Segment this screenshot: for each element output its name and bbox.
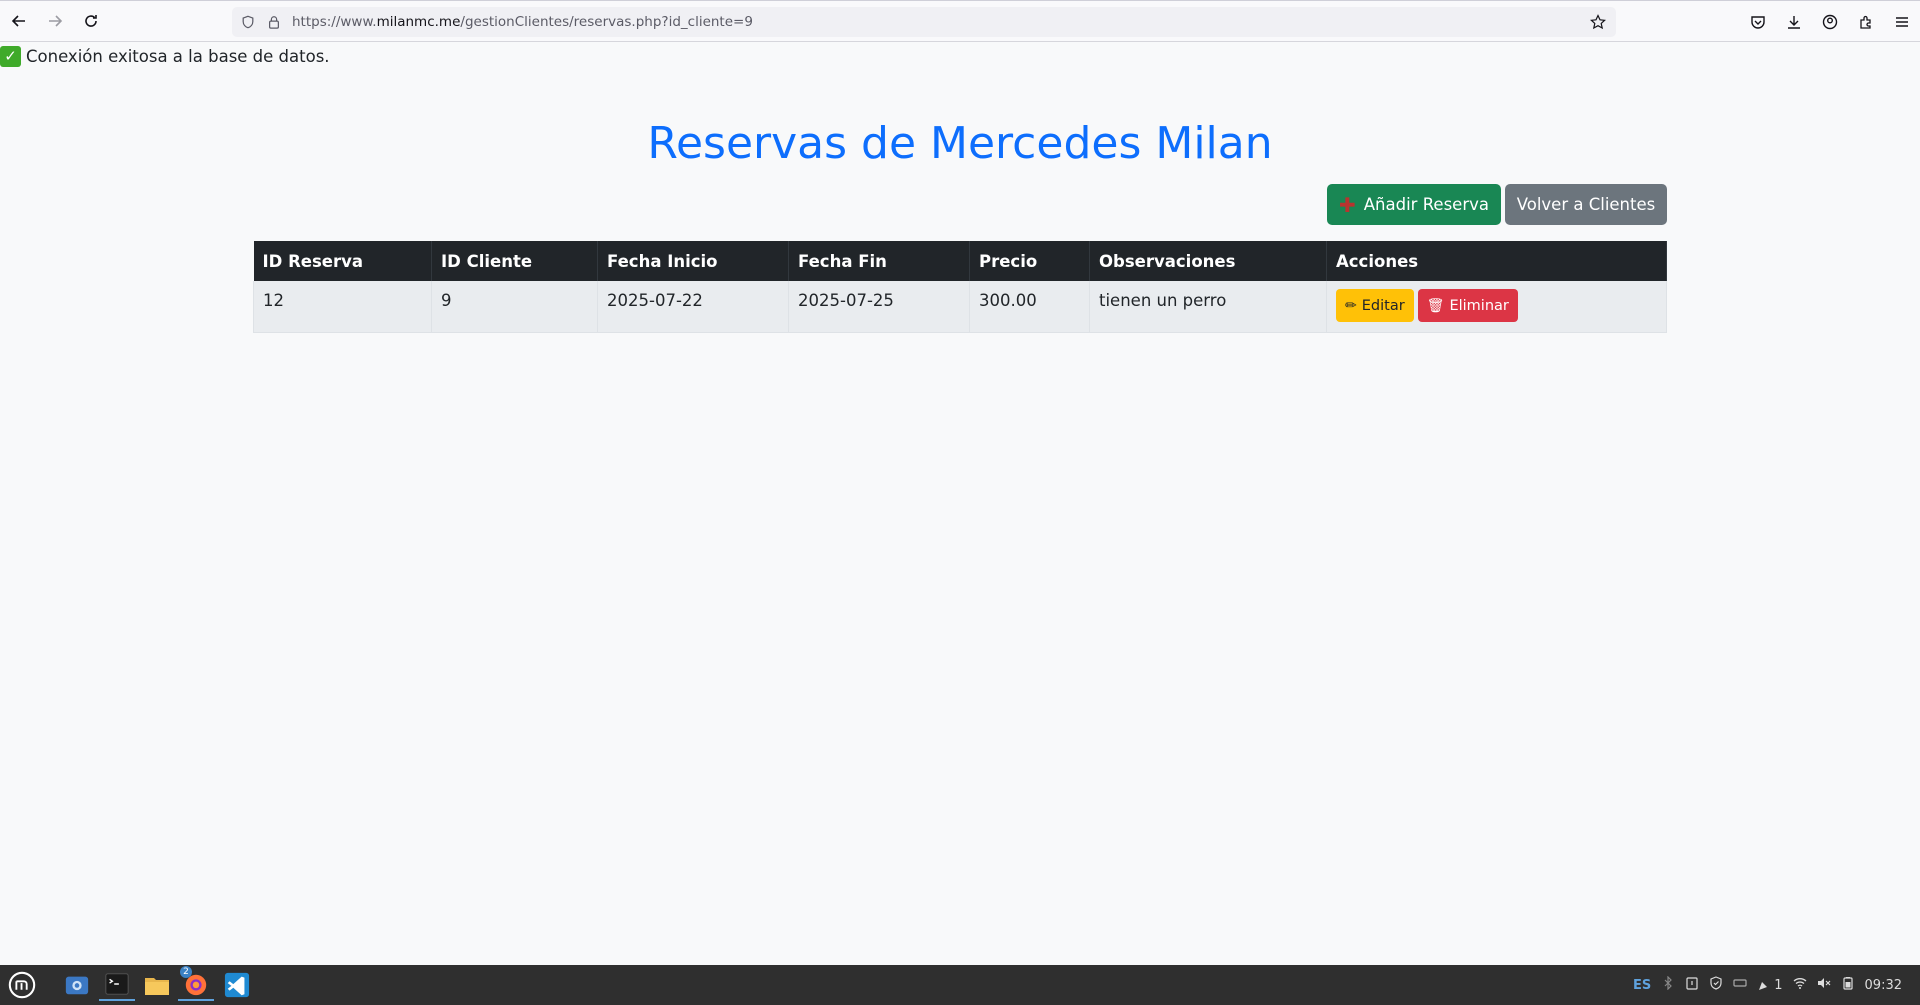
pocket-icon[interactable] <box>1740 5 1776 39</box>
cell-fecha-inicio: 2025-07-22 <box>597 281 789 333</box>
notifications-icon[interactable]: 1 <box>1757 977 1783 993</box>
checkmark-icon: ✓ <box>0 46 21 67</box>
back-to-clients-label: Volver a Clientes <box>1516 195 1656 214</box>
url-path: /gestionClientes/reservas.php?id_cliente… <box>460 14 753 30</box>
plus-icon: ✚ <box>1339 192 1356 217</box>
cell-observaciones: tienen un perro <box>1089 281 1327 333</box>
url-host: milanmc.me <box>376 14 461 30</box>
firefox-app-icon[interactable]: 2 <box>178 966 214 1001</box>
vscode-app-icon[interactable] <box>219 969 255 1001</box>
table-row: 12 9 2025-07-22 2025-07-25 300.00 tienen… <box>253 281 1667 333</box>
firefox-badge: 2 <box>180 966 192 978</box>
url-text[interactable]: https://www.milanmc.me/gestionClientes/r… <box>292 14 1588 30</box>
column-header: ID Cliente <box>431 241 598 281</box>
screenshot-app-icon[interactable] <box>59 969 95 1001</box>
url-prefix: https://www. <box>292 14 377 30</box>
cell-acciones: ✏ Editar 🗑 Eliminar <box>1326 281 1667 333</box>
add-reservation-button[interactable]: ✚ Añadir Reserva <box>1327 184 1501 225</box>
pencil-icon: ✏ <box>1345 297 1357 314</box>
delete-button[interactable]: 🗑 Eliminar <box>1417 289 1518 322</box>
cell-precio: 300.00 <box>969 281 1090 333</box>
edit-label: Editar <box>1361 297 1405 314</box>
taskbar: 2 ES 1 09:32 <box>0 965 1920 1005</box>
connection-message-text: Conexión exitosa a la base de datos. <box>26 47 330 66</box>
keyboard-layout-indicator[interactable]: ES <box>1633 978 1651 993</box>
column-header: Fecha Inicio <box>597 241 789 281</box>
volume-muted-icon[interactable] <box>1817 976 1831 994</box>
mint-menu-icon[interactable] <box>4 969 40 1001</box>
page-title: Reservas de Mercedes Milan <box>647 118 1273 169</box>
column-header: ID Reserva <box>253 241 432 281</box>
trash-icon: 🗑 <box>1426 297 1445 314</box>
cell-id-cliente: 9 <box>431 281 598 333</box>
column-header: Observaciones <box>1089 241 1327 281</box>
cell-id-reserva: 12 <box>253 281 432 333</box>
back-to-clients-button[interactable]: Volver a Clientes <box>1505 184 1667 225</box>
menu-hamburger-icon[interactable] <box>1884 5 1920 39</box>
edit-button[interactable]: ✏ Editar <box>1336 289 1414 322</box>
connection-message: ✓ Conexión exitosa a la base de datos. <box>0 46 330 67</box>
reservations-table: ID Reserva ID Cliente Fecha Inicio Fecha… <box>253 241 1667 333</box>
clock[interactable]: 09:32 <box>1865 978 1902 993</box>
delete-label: Eliminar <box>1449 297 1509 314</box>
toolbar-right-icons <box>1740 5 1920 39</box>
column-header: Fecha Fin <box>788 241 970 281</box>
cell-fecha-fin: 2025-07-25 <box>788 281 970 333</box>
forward-arrow-icon[interactable] <box>38 4 72 38</box>
battery-icon[interactable] <box>1841 976 1855 994</box>
bookmark-star-icon[interactable] <box>1588 14 1608 30</box>
bluetooth-icon[interactable] <box>1661 975 1675 994</box>
url-bar[interactable]: https://www.milanmc.me/gestionClientes/r… <box>232 7 1616 37</box>
reload-icon[interactable] <box>74 4 108 38</box>
column-header: Precio <box>969 241 1090 281</box>
files-app-icon[interactable] <box>139 969 175 1001</box>
clipboard-icon[interactable] <box>1685 976 1699 994</box>
account-icon[interactable] <box>1812 5 1848 39</box>
browser-toolbar: https://www.milanmc.me/gestionClientes/r… <box>0 0 1920 42</box>
download-icon[interactable] <box>1776 5 1812 39</box>
shield-icon[interactable] <box>240 14 256 30</box>
terminal-app-icon[interactable] <box>99 969 135 1001</box>
notification-count: 1 <box>1774 977 1783 993</box>
extensions-icon[interactable] <box>1848 5 1884 39</box>
wifi-icon[interactable] <box>1793 976 1807 994</box>
network-card-icon[interactable] <box>1733 976 1747 994</box>
shield-tray-icon[interactable] <box>1709 976 1723 994</box>
add-reservation-label: Añadir Reserva <box>1363 195 1489 214</box>
column-header: Acciones <box>1326 241 1667 281</box>
table-header-row: ID Reserva ID Cliente Fecha Inicio Fecha… <box>253 241 1667 281</box>
lock-icon[interactable] <box>266 14 282 30</box>
back-arrow-icon[interactable] <box>2 4 36 38</box>
system-tray: ES 1 09:32 <box>1623 965 1902 1005</box>
